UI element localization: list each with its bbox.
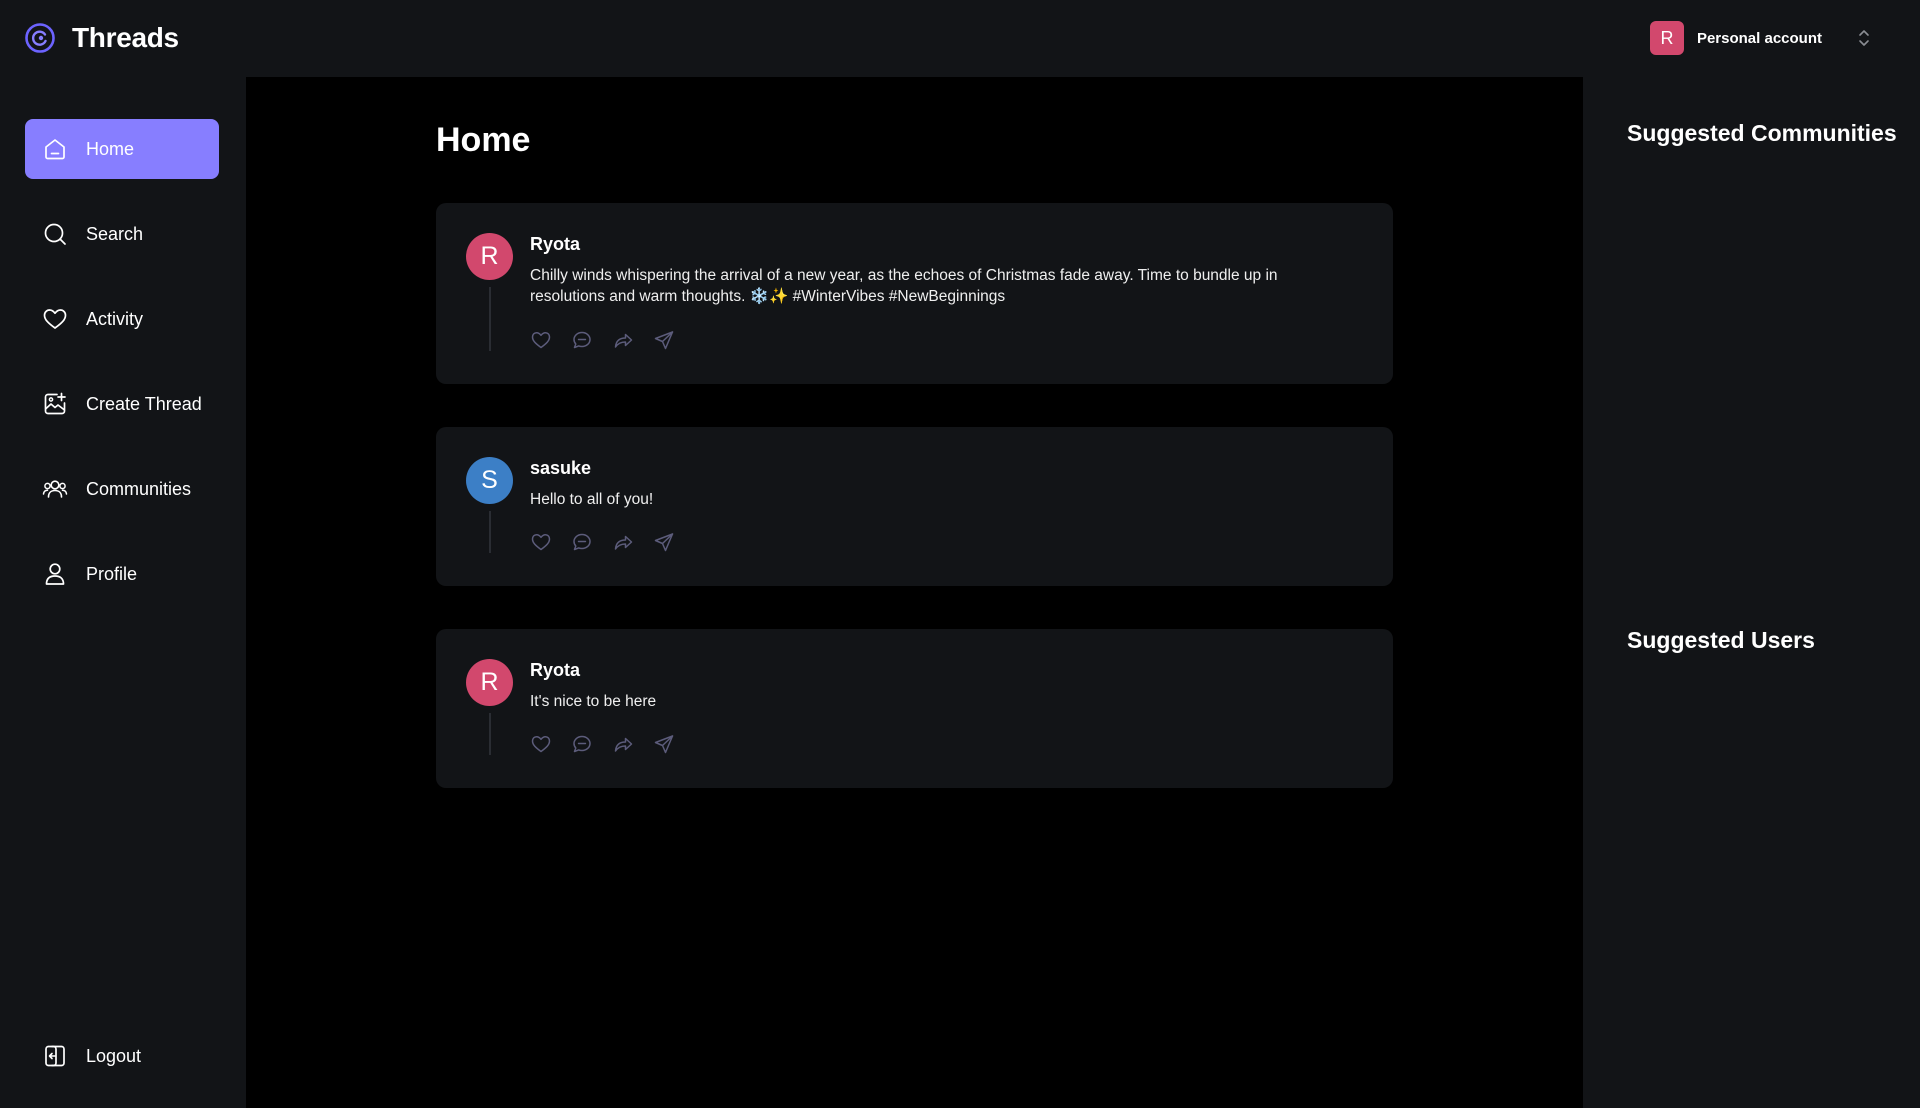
thread-actions bbox=[530, 733, 694, 755]
topbar: Threads R Personal account bbox=[0, 0, 1920, 77]
like-icon[interactable] bbox=[530, 733, 552, 755]
repost-icon[interactable] bbox=[612, 329, 634, 351]
sidebar-item-label: Create Thread bbox=[86, 393, 202, 414]
reply-icon[interactable] bbox=[571, 329, 593, 351]
main-feed: Home R Ryota Chilly winds whispering the… bbox=[246, 77, 1583, 1108]
brand[interactable]: Threads bbox=[24, 22, 179, 54]
thread-rail bbox=[489, 511, 491, 553]
send-icon[interactable] bbox=[653, 733, 675, 755]
brand-name: Threads bbox=[72, 22, 179, 53]
thread-rail bbox=[489, 287, 491, 351]
logout-icon bbox=[45, 1045, 65, 1067]
sidebar-item-label: Communities bbox=[86, 478, 192, 499]
sidebar-item-label: Profile bbox=[86, 563, 138, 584]
like-icon[interactable] bbox=[530, 531, 552, 553]
account-switcher[interactable]: R Personal account bbox=[1649, 21, 1872, 55]
sidebar-item-activity[interactable]: Activity bbox=[25, 289, 219, 349]
thread-card[interactable]: R Ryota Chilly winds whispering the arri… bbox=[436, 203, 1393, 384]
sidebar-item-label: Search bbox=[86, 223, 144, 244]
page-title: Home bbox=[436, 121, 531, 159]
right-sidebar: Suggested Communities Suggested Users bbox=[1583, 77, 1920, 1108]
avatar[interactable]: S bbox=[466, 457, 513, 504]
threads-logo-icon bbox=[25, 23, 55, 53]
thread-content: Hello to all of you! bbox=[530, 491, 654, 508]
sidebar-item-label: Home bbox=[86, 138, 135, 159]
reply-icon[interactable] bbox=[571, 531, 593, 553]
thread-content: Chilly winds whispering the arrival of a… bbox=[530, 267, 1278, 305]
send-icon[interactable] bbox=[653, 329, 675, 351]
like-icon[interactable] bbox=[530, 329, 552, 351]
thread-author[interactable]: Ryota bbox=[530, 234, 580, 255]
chevron-up-down-icon[interactable] bbox=[1856, 27, 1872, 49]
create-thread-icon bbox=[44, 392, 66, 415]
sidebar-item-create-thread[interactable]: Create Thread bbox=[25, 374, 219, 434]
account-label: Personal account bbox=[1696, 29, 1822, 47]
search-icon bbox=[44, 223, 66, 245]
thread-author[interactable]: Ryota bbox=[530, 660, 580, 681]
sidebar-item-search[interactable]: Search bbox=[25, 204, 219, 264]
profile-icon bbox=[45, 563, 65, 585]
account-avatar: R bbox=[1649, 21, 1684, 55]
suggested-users-heading: Suggested Users bbox=[1627, 627, 1815, 653]
logout-button[interactable]: Logout bbox=[25, 1026, 219, 1086]
reply-icon[interactable] bbox=[571, 733, 593, 755]
thread-content: It's nice to be here bbox=[530, 693, 657, 710]
thread-actions bbox=[530, 531, 694, 553]
thread-card[interactable]: R Ryota It's nice to be here bbox=[436, 629, 1393, 788]
left-sidebar: Home Search Activity Create Thread Commu… bbox=[0, 77, 246, 1108]
thread-rail bbox=[489, 713, 491, 755]
suggested-communities-heading: Suggested Communities bbox=[1627, 120, 1897, 146]
heart-icon bbox=[43, 309, 67, 329]
send-icon[interactable] bbox=[653, 531, 675, 553]
thread-card[interactable]: S sasuke Hello to all of you! bbox=[436, 427, 1393, 586]
logout-label: Logout bbox=[86, 1045, 142, 1066]
repost-icon[interactable] bbox=[612, 733, 634, 755]
sidebar-item-label: Activity bbox=[86, 308, 144, 329]
repost-icon[interactable] bbox=[612, 531, 634, 553]
home-icon bbox=[45, 139, 65, 160]
avatar[interactable]: R bbox=[466, 659, 513, 706]
sidebar-item-profile[interactable]: Profile bbox=[25, 544, 219, 604]
sidebar-item-communities[interactable]: Communities bbox=[25, 459, 219, 519]
thread-author[interactable]: sasuke bbox=[530, 458, 591, 479]
communities-icon bbox=[42, 480, 68, 498]
sidebar-item-home[interactable]: Home bbox=[25, 119, 219, 179]
thread-actions bbox=[530, 329, 694, 351]
avatar[interactable]: R bbox=[466, 233, 513, 280]
